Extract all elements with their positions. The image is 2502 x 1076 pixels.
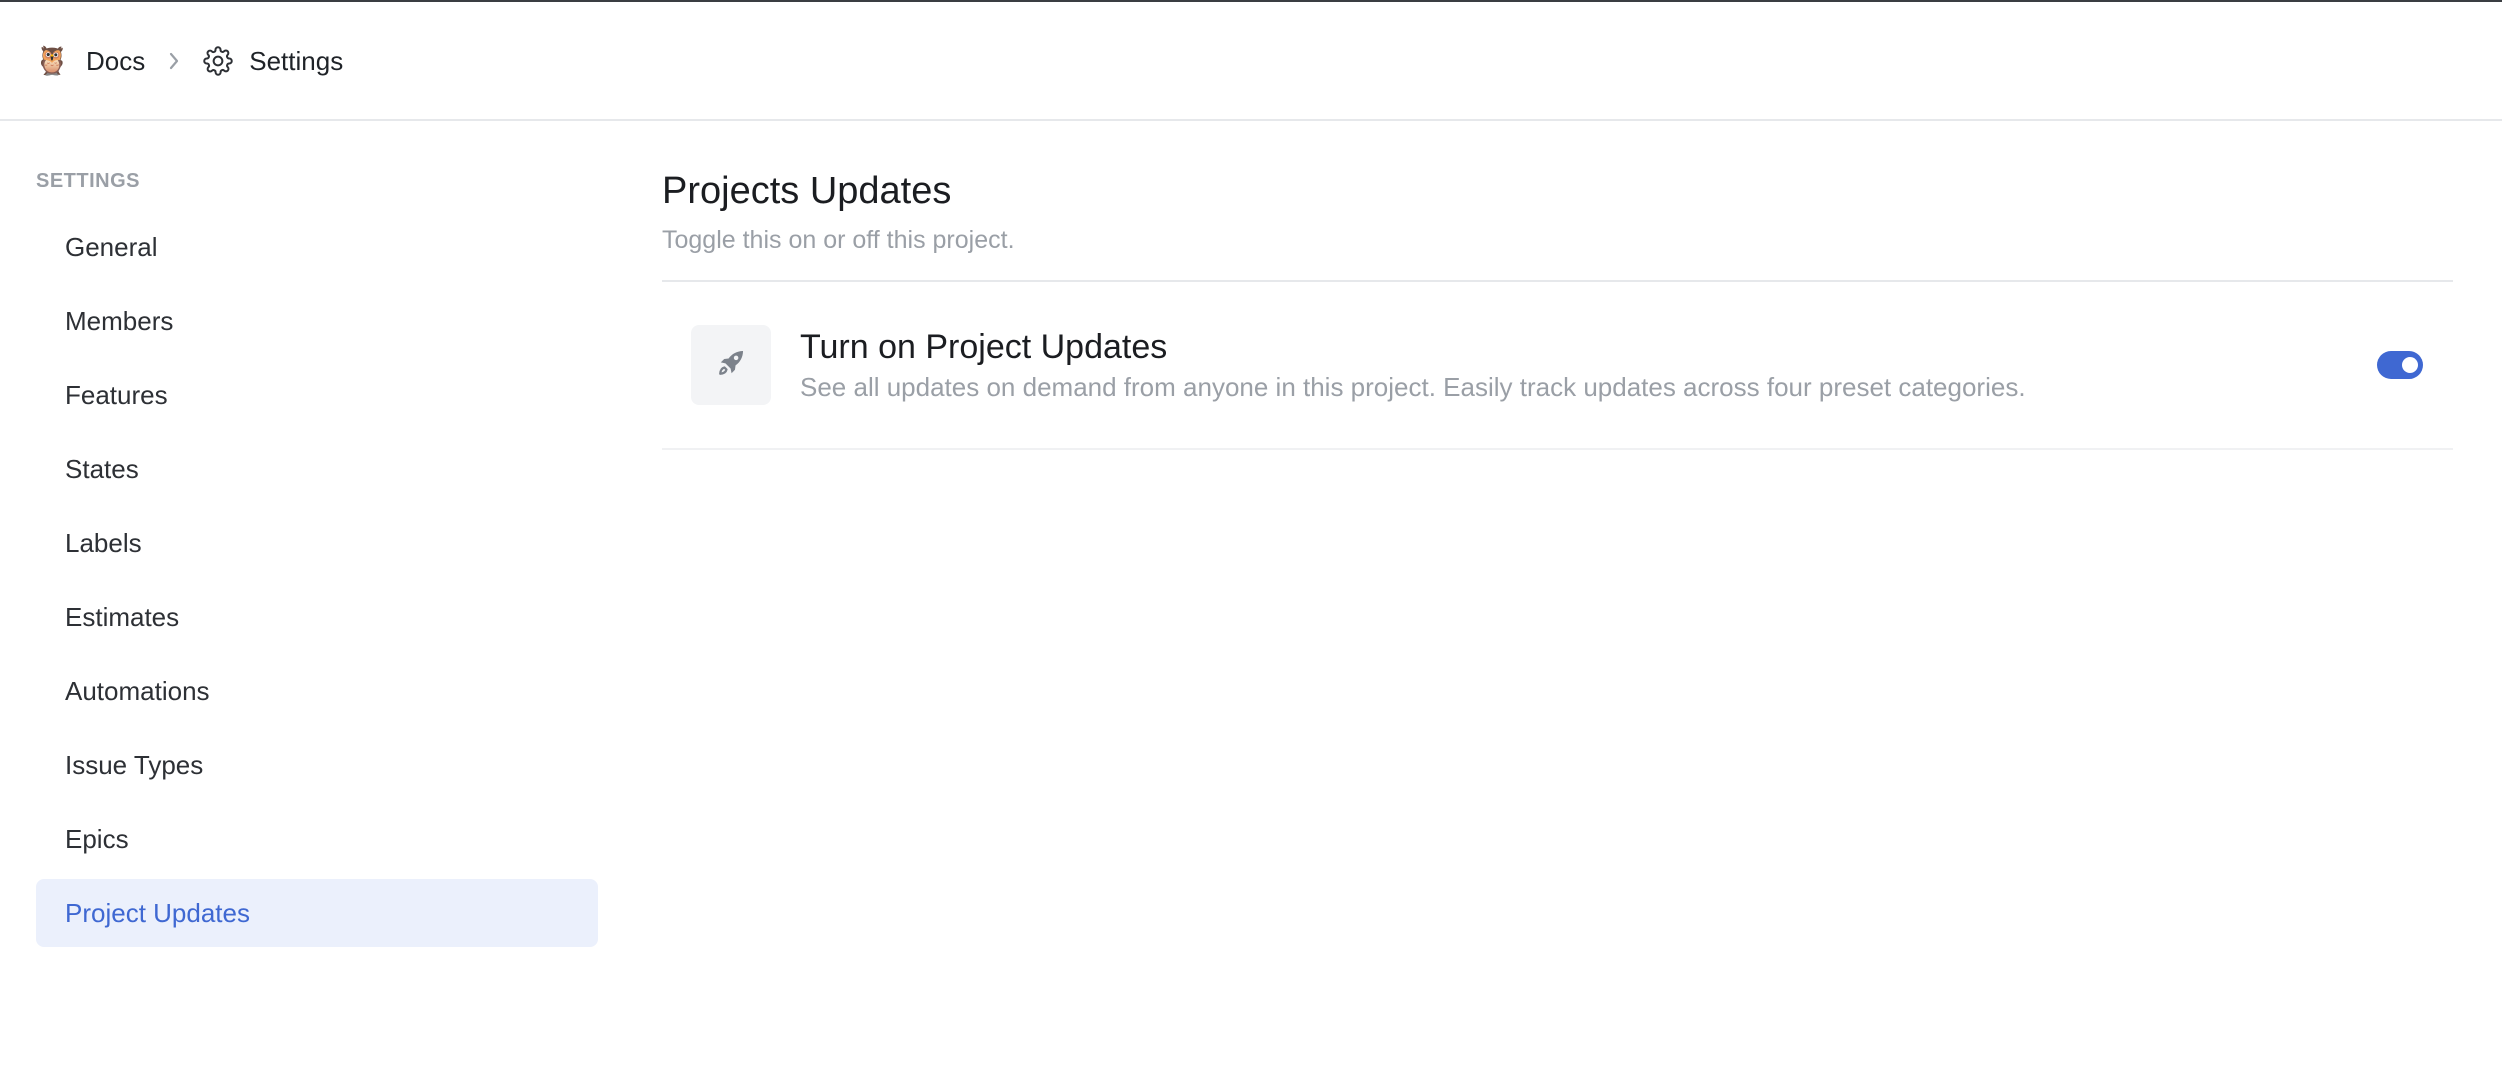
sidebar-item-labels[interactable]: Labels [36, 509, 598, 577]
settings-sidebar: SETTINGS General Members Features States… [36, 121, 598, 953]
project-updates-feature-row: Turn on Project Updates See all updates … [662, 282, 2453, 450]
breadcrumb-project-docs[interactable]: Docs [86, 48, 145, 74]
rocket-icon [714, 346, 748, 385]
feature-icon-container [691, 325, 771, 405]
project-updates-toggle[interactable] [2377, 351, 2423, 379]
top-bar: 🦉 Docs Settings [0, 0, 2502, 121]
toggle-knob [2402, 357, 2418, 373]
sidebar-item-issue-types[interactable]: Issue Types [36, 731, 598, 799]
settings-content: Projects Updates Toggle this on or off t… [662, 121, 2453, 450]
gear-icon [203, 45, 235, 77]
feature-description: See all updates on demand from anyone in… [800, 372, 2026, 402]
sidebar-item-members[interactable]: Members [36, 287, 598, 355]
sidebar-item-features[interactable]: Features [36, 361, 598, 429]
sidebar-item-states[interactable]: States [36, 435, 598, 503]
sidebar-heading: SETTINGS [36, 170, 141, 192]
page-title: Projects Updates [662, 170, 952, 212]
breadcrumb-settings[interactable]: Settings [249, 48, 343, 74]
sidebar-item-estimates[interactable]: Estimates [36, 583, 598, 651]
feature-title: Turn on Project Updates [800, 328, 1168, 366]
sidebar-item-project-updates[interactable]: Project Updates [36, 879, 598, 947]
feature-text: Turn on Project Updates See all updates … [800, 327, 2026, 403]
sidebar-item-epics[interactable]: Epics [36, 805, 598, 873]
page-subtitle: Toggle this on or off this project. [662, 226, 1015, 254]
sidebar-item-general[interactable]: General [36, 213, 598, 281]
breadcrumb: 🦉 Docs Settings [34, 43, 344, 79]
sidebar-item-automations[interactable]: Automations [36, 657, 598, 725]
owl-icon: 🦉 [34, 45, 70, 76]
sidebar-nav: General Members Features States Labels E… [36, 213, 598, 947]
chevron-right-icon [167, 50, 181, 72]
